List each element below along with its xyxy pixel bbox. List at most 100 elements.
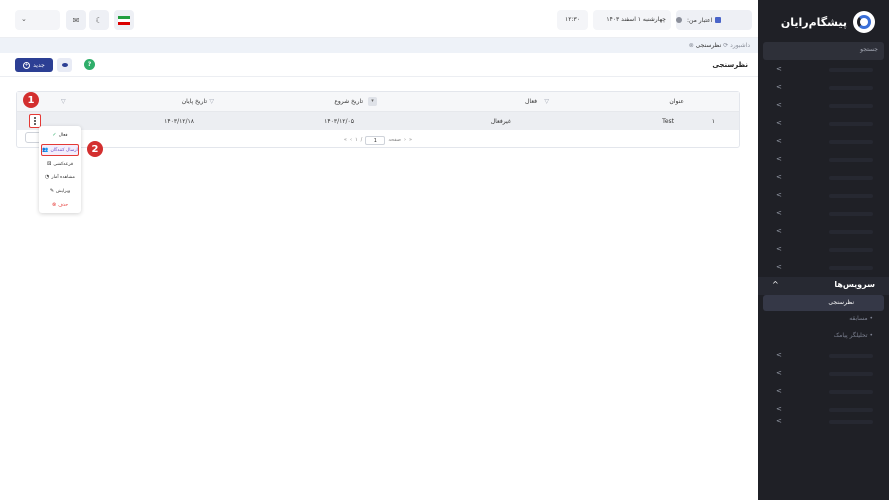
breadcrumb-current[interactable]: نظرسنجی bbox=[696, 42, 722, 49]
sidebar-item[interactable]: < bbox=[758, 187, 889, 205]
chevron-left-icon: < bbox=[776, 101, 782, 109]
chevron-left-icon: < bbox=[776, 387, 782, 395]
sidebar-item[interactable]: < bbox=[758, 169, 889, 187]
column-header-end-date[interactable]: تاریخ پایان bbox=[182, 98, 207, 105]
menu-item-statistics[interactable]: مشاهده آمار ◔ bbox=[41, 171, 79, 183]
next-page-icon[interactable]: › bbox=[350, 137, 352, 143]
sidebar-subitem-survey[interactable]: نظرسنجی bbox=[763, 295, 884, 311]
sidebar-item[interactable]: < bbox=[758, 413, 889, 431]
menu-item-delete[interactable]: حذف ⊗ bbox=[41, 199, 79, 211]
credit-display[interactable]: اعتبار من: bbox=[676, 10, 752, 30]
sidebar-item[interactable]: < bbox=[758, 259, 889, 277]
date-display: چهارشنبه ۱ اسفند ۱۴۰۳ bbox=[593, 10, 671, 30]
menu-item-edit[interactable]: ویرایش ✎ bbox=[41, 185, 79, 197]
chevron-left-icon: < bbox=[776, 227, 782, 235]
sidebar-item[interactable]: < bbox=[758, 223, 889, 241]
filter-icon[interactable]: ▽ bbox=[61, 98, 66, 105]
menu-item-label: ارسال کنندگان bbox=[50, 147, 78, 153]
sidebar-services-label: سرویس‌ها bbox=[834, 280, 875, 289]
refresh-icon[interactable]: ⟳ bbox=[721, 42, 728, 49]
sidebar-item[interactable]: < bbox=[758, 383, 889, 401]
annotation-badge-1: 1 bbox=[23, 92, 39, 108]
column-header-start-date[interactable]: تاریخ شروع bbox=[334, 98, 363, 105]
brand-logo-icon bbox=[853, 11, 875, 33]
menu-item-senders[interactable]: ارسال کنندگان 👥 bbox=[41, 144, 79, 156]
filter-icon[interactable]: ▽ bbox=[209, 98, 214, 105]
sidebar-subitem-label: نظرسنجی bbox=[828, 299, 854, 306]
chevron-left-icon: < bbox=[776, 173, 782, 181]
chevron-left-icon: < bbox=[776, 369, 782, 377]
page-number-input[interactable]: 1 bbox=[365, 135, 386, 145]
sidebar: پیشگام‌رایان جستجو < < < < < < < < < < <… bbox=[758, 0, 889, 500]
chevron-left-icon: < bbox=[776, 137, 782, 145]
sidebar-item[interactable]: < bbox=[758, 347, 889, 365]
close-icon[interactable]: ⊗ bbox=[689, 42, 694, 49]
sidebar-item[interactable]: < bbox=[758, 151, 889, 169]
page-label: صفحه bbox=[388, 137, 402, 143]
sidebar-services-group[interactable]: سرویس‌ها ^ bbox=[758, 277, 889, 295]
breadcrumb: داشبورد ⟳ نظرسنجی ⊗ bbox=[0, 38, 758, 53]
pencil-icon: ✎ bbox=[49, 188, 55, 194]
chevron-left-icon: < bbox=[776, 209, 782, 217]
page-title: نظرسنجی bbox=[712, 61, 748, 69]
info-icon bbox=[676, 17, 682, 23]
dark-mode-button[interactable]: ☾ bbox=[89, 10, 109, 30]
check-icon: ✓ bbox=[52, 132, 57, 138]
plus-icon: + bbox=[23, 61, 31, 69]
annotation-badge-2: 2 bbox=[87, 141, 103, 157]
menu-item-lottery[interactable]: قرعه‌کشی ⚄ bbox=[41, 158, 79, 170]
new-button-label: جدید bbox=[33, 61, 45, 69]
chevron-left-icon: < bbox=[776, 65, 782, 73]
language-flag-button[interactable] bbox=[114, 10, 134, 30]
chevron-up-icon: ^ bbox=[772, 280, 779, 289]
filter-icon[interactable]: ▽ bbox=[544, 98, 549, 105]
last-page-icon[interactable]: » bbox=[344, 137, 347, 143]
chevron-left-icon: < bbox=[776, 155, 782, 163]
time-display: ۱۲:۳۰ bbox=[557, 10, 588, 30]
sidebar-item[interactable]: < bbox=[758, 205, 889, 223]
sidebar-search-input[interactable]: جستجو bbox=[763, 42, 884, 60]
sidebar-subitem-sms-analyzer[interactable]: • تحلیلگر پیامک bbox=[834, 332, 873, 339]
view-button[interactable] bbox=[57, 58, 72, 72]
column-header-title[interactable]: عنوان bbox=[669, 98, 684, 105]
sidebar-item[interactable]: < bbox=[758, 365, 889, 383]
sort-icon[interactable]: ▾ bbox=[368, 97, 377, 106]
sidebar-item[interactable]: < bbox=[758, 241, 889, 259]
sidebar-item[interactable]: < bbox=[758, 61, 889, 79]
menu-item-label: حذف bbox=[58, 202, 69, 208]
sidebar-item[interactable]: < bbox=[758, 115, 889, 133]
menu-item-label: فعال bbox=[58, 132, 68, 138]
total-pages: ۱ bbox=[354, 137, 358, 143]
table-row[interactable]: ۱ Test غیرفعال ۱۴۰۳/۱۲/۰۵ ۱۴۰۳/۱۲/۱۸ bbox=[17, 112, 739, 130]
menu-item-label: ویرایش bbox=[56, 188, 71, 194]
users-icon: 👥 bbox=[42, 147, 49, 153]
messages-button[interactable]: ✉ bbox=[66, 10, 86, 30]
chevron-left-icon: < bbox=[776, 83, 782, 91]
pagination: « ‹ صفحه 1 / ۱ › » bbox=[17, 134, 739, 146]
sidebar-subitem-contest[interactable]: • مسابقه bbox=[849, 315, 873, 322]
column-header-active[interactable]: فعال bbox=[525, 98, 537, 105]
menu-item-label: مشاهده آمار bbox=[51, 174, 75, 180]
page-separator: / bbox=[360, 137, 363, 143]
breadcrumb-home[interactable]: داشبورد bbox=[730, 42, 750, 49]
chevron-down-icon: ⌄ bbox=[21, 15, 27, 23]
chevron-left-icon: < bbox=[776, 263, 782, 271]
chevron-left-icon: < bbox=[776, 119, 782, 127]
sidebar-item[interactable]: < bbox=[758, 133, 889, 151]
brand-name: پیشگام‌رایان bbox=[780, 15, 847, 29]
help-icon[interactable]: ? bbox=[84, 59, 95, 70]
row-end-date: ۱۴۰۳/۱۲/۱۸ bbox=[164, 118, 194, 125]
account-select[interactable]: ⌄ bbox=[15, 10, 60, 30]
menu-item-activate[interactable]: فعال ✓ bbox=[41, 129, 79, 141]
wallet-icon bbox=[715, 17, 722, 23]
row-title: Test bbox=[662, 118, 674, 125]
prev-page-icon[interactable]: ‹ bbox=[404, 137, 406, 143]
sidebar-item[interactable]: < bbox=[758, 79, 889, 97]
surveys-table: عنوان ▽ فعال ▾ تاریخ شروع ▽ تاریخ پایان … bbox=[16, 91, 740, 148]
first-page-icon[interactable]: « bbox=[409, 137, 412, 143]
new-button[interactable]: جدید + bbox=[15, 58, 53, 72]
brand[interactable]: پیشگام‌رایان bbox=[781, 10, 875, 34]
topbar: اعتبار من: چهارشنبه ۱ اسفند ۱۴۰۳ ۱۲:۳۰ ☾… bbox=[0, 0, 758, 38]
sidebar-item[interactable]: < bbox=[758, 97, 889, 115]
chevron-left-icon: < bbox=[776, 245, 782, 253]
